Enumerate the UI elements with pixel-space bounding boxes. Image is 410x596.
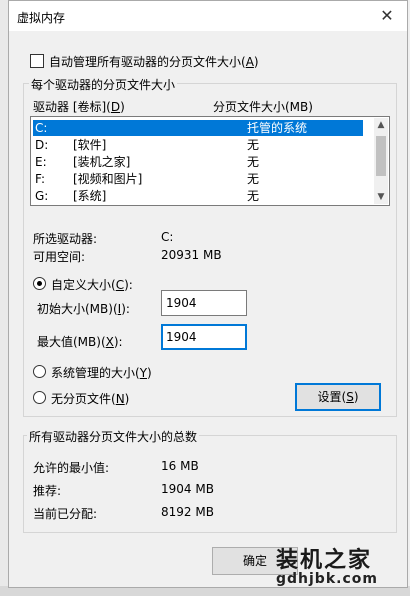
max-size-label: 最大值(MB)(X): — [37, 335, 123, 349]
title-bar: 虚拟内存 ✕ — [9, 1, 407, 31]
watermark-brand: 装机之家 — [276, 548, 373, 573]
virtual-memory-dialog: 虚拟内存 ✕ 自动管理所有驱动器的分页文件大小(A) 每个驱动器的分页文件大小 … — [8, 0, 408, 588]
auto-manage-checkbox[interactable] — [30, 54, 44, 68]
watermark-logo: 装机之家 gdhjbk.com — [276, 540, 406, 592]
initial-size-input[interactable]: 1904 — [161, 290, 247, 316]
max-size-input[interactable]: 1904 — [161, 324, 247, 350]
close-icon[interactable]: ✕ — [377, 6, 397, 26]
scroll-thumb[interactable] — [376, 136, 386, 176]
drive-row[interactable]: F: [视频和图片] 无 — [33, 171, 363, 187]
watermark-url: gdhjbk.com — [276, 571, 378, 587]
min-allowed-value: 16 MB — [161, 459, 199, 473]
recommended-label: 推荐: — [33, 484, 62, 498]
initial-size-label: 初始大小(MB)(I): — [37, 302, 130, 316]
system-managed-label[interactable]: 系统管理的大小(Y) — [51, 364, 152, 381]
drive-column-header: 驱动器 [卷标](D) — [33, 100, 125, 114]
system-managed-radio[interactable] — [33, 365, 46, 378]
drive-list[interactable]: C: 托管的系统 D: [软件] 无 E: [装机之家] 无 F: [视频和图片… — [30, 116, 390, 206]
no-paging-radio[interactable] — [33, 391, 46, 404]
set-button[interactable]: 设置(S) — [295, 383, 381, 411]
selected-drive-label: 所选驱动器: — [33, 232, 98, 246]
size-column-header: 分页文件大小(MB) — [213, 100, 313, 114]
free-space-label: 可用空间: — [33, 250, 86, 264]
selected-drive-value: C: — [161, 230, 174, 244]
scroll-down-icon[interactable]: ▼ — [374, 190, 388, 204]
drive-row[interactable]: C: 托管的系统 — [33, 120, 363, 136]
drive-row[interactable]: D: [软件] 无 — [33, 137, 363, 153]
currently-allocated-value: 8192 MB — [161, 505, 214, 519]
dialog-title: 虚拟内存 — [17, 11, 66, 25]
totals-group-legend: 所有驱动器分页文件大小的总数 — [27, 428, 200, 445]
drive-row[interactable]: G: [系统] 无 — [33, 188, 363, 204]
drive-row[interactable]: E: [装机之家] 无 — [33, 154, 363, 170]
min-allowed-label: 允许的最小值: — [33, 461, 110, 475]
currently-allocated-label: 当前已分配: — [33, 507, 98, 521]
recommended-value: 1904 MB — [161, 482, 214, 496]
custom-size-label[interactable]: 自定义大小(C): — [51, 276, 133, 293]
free-space-value: 20931 MB — [161, 248, 222, 262]
auto-manage-label[interactable]: 自动管理所有驱动器的分页文件大小(A) — [49, 53, 259, 70]
radio-dot-icon — [37, 281, 42, 286]
scroll-up-icon[interactable]: ▲ — [374, 118, 388, 132]
drive-group-legend: 每个驱动器的分页文件大小 — [29, 76, 178, 93]
custom-size-radio[interactable] — [33, 277, 46, 290]
no-paging-label[interactable]: 无分页文件(N) — [51, 390, 129, 407]
drive-list-scrollbar[interactable]: ▲ ▼ — [374, 118, 388, 204]
